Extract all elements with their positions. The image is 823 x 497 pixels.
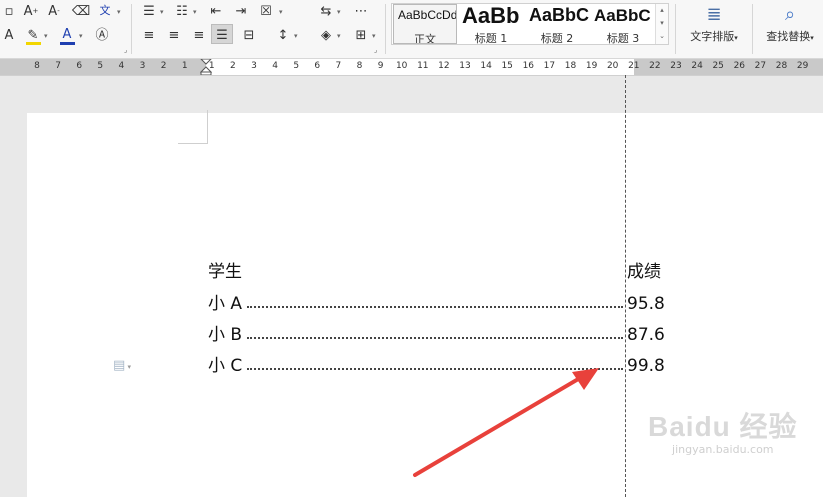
watermark-main: Baidu 经验 [648, 411, 798, 442]
baidu-watermark: Baidu 经验 jingyan.baidu.com [648, 405, 798, 456]
